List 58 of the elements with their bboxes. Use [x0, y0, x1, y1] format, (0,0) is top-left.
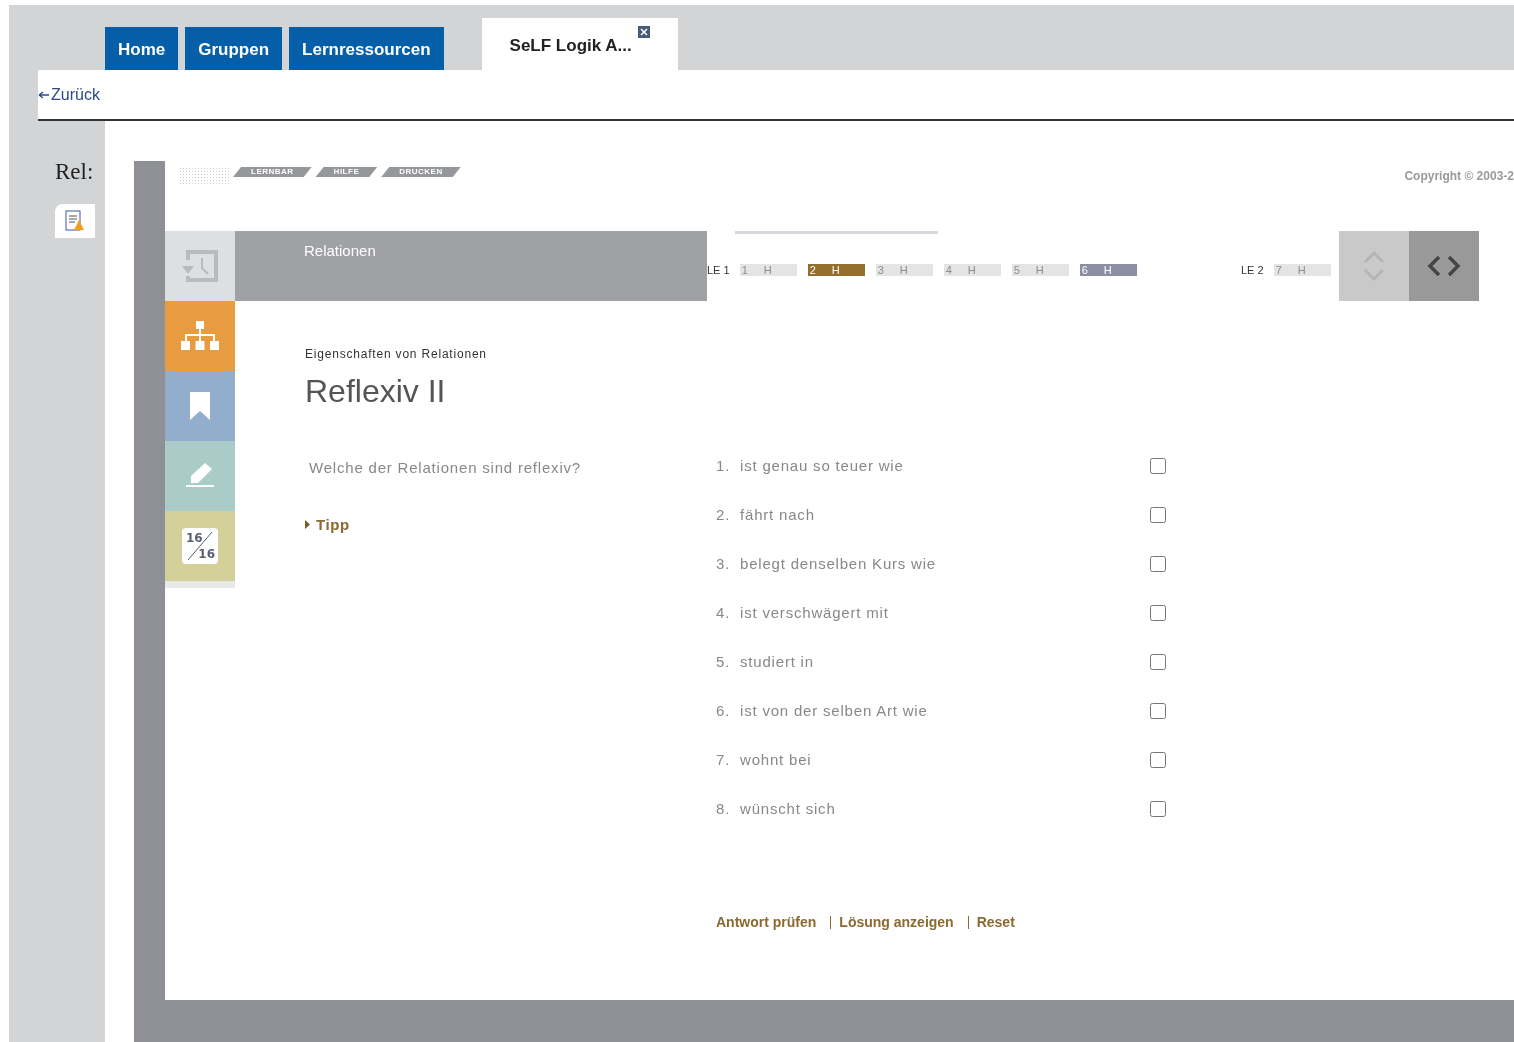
navigation-button[interactable] — [1409, 231, 1479, 301]
action-link[interactable]: Reset — [976, 912, 1015, 933]
sitemap-icon — [181, 321, 219, 351]
close-icon[interactable] — [637, 26, 650, 38]
option-checkbox[interactable] — [1150, 556, 1166, 572]
progress-step[interactable]: 6 H — [1079, 264, 1137, 277]
progress-step[interactable]: 7 H — [1273, 264, 1331, 277]
document-warning-icon — [65, 209, 85, 232]
option-text: 6. ist von der selben Art wie — [716, 700, 929, 721]
triangle-icon — [305, 520, 310, 530]
unit-label: LE 2 — [1241, 263, 1264, 278]
option-checkbox[interactable] — [1150, 507, 1166, 523]
option-text: 7. wohnt bei — [716, 749, 813, 770]
side-menu-button[interactable]: 16 16 — [165, 511, 235, 581]
exercise-title: Reflexiv II — [305, 372, 447, 411]
progress-step[interactable]: 5 H — [1011, 264, 1069, 277]
question-text: Welche der Relationen sind reflexiv? — [309, 458, 582, 478]
option-checkbox[interactable] — [1150, 752, 1166, 768]
option-text: 4. ist verschwägert mit — [716, 602, 890, 623]
arrow-left-icon — [38, 90, 50, 99]
progress-step[interactable]: 4 H — [943, 264, 1001, 277]
menu-footer — [165, 581, 235, 588]
hint-toggle[interactable]: Tipp — [305, 513, 716, 536]
option-checkbox[interactable] — [1150, 703, 1166, 719]
tab[interactable]: Lernressourcen — [289, 27, 444, 70]
toolbar-link[interactable]: DRUCKEN — [381, 167, 461, 177]
tab[interactable]: SeLF Logik A... — [481, 18, 678, 70]
toolbar-link[interactable]: HILFE — [315, 167, 378, 177]
history-icon — [180, 248, 220, 284]
option-text: 1. ist genau so teuer wie — [716, 455, 905, 476]
option-checkbox[interactable] — [1150, 801, 1166, 817]
back-link[interactable]: Zurück — [38, 82, 100, 107]
document-card[interactable] — [55, 203, 95, 238]
unit-label: LE 1 — [707, 263, 730, 278]
toolbar-link[interactable]: LERNBAR — [233, 167, 312, 177]
pencil-icon — [186, 463, 214, 489]
sidebar-title: Rel: — [55, 158, 95, 186]
progress-step[interactable]: 1 H — [739, 264, 797, 277]
option-text: 8. wünscht sich — [716, 798, 837, 819]
module-title: Relationen — [304, 242, 376, 259]
progress-step[interactable]: 2 H — [807, 264, 865, 277]
action-link[interactable]: Antwort prüfen — [716, 912, 817, 933]
tab[interactable]: Gruppen — [185, 27, 283, 70]
option-text: 3. belegt denselben Kurs wie — [716, 553, 937, 574]
option-checkbox[interactable] — [1150, 458, 1166, 474]
exercise-subtitle: Eigenschaften von Relationen — [305, 346, 488, 363]
action-link[interactable]: Lösung anzeigen — [839, 912, 954, 933]
option-text: 2. fährt nach — [716, 504, 816, 525]
option-checkbox[interactable] — [1150, 654, 1166, 670]
tab[interactable]: Home — [105, 27, 179, 70]
bookmark-icon — [190, 392, 210, 420]
option-checkbox[interactable] — [1150, 605, 1166, 621]
left-right-icon — [1427, 255, 1461, 277]
copyright-text: Copyright © 2003-2 — [1404, 168, 1514, 185]
side-menu-button[interactable] — [165, 301, 235, 371]
progress-step[interactable]: 3 H — [875, 264, 933, 277]
score-badge: 16 16 — [182, 528, 218, 564]
option-text: 5. studiert in — [716, 651, 815, 672]
